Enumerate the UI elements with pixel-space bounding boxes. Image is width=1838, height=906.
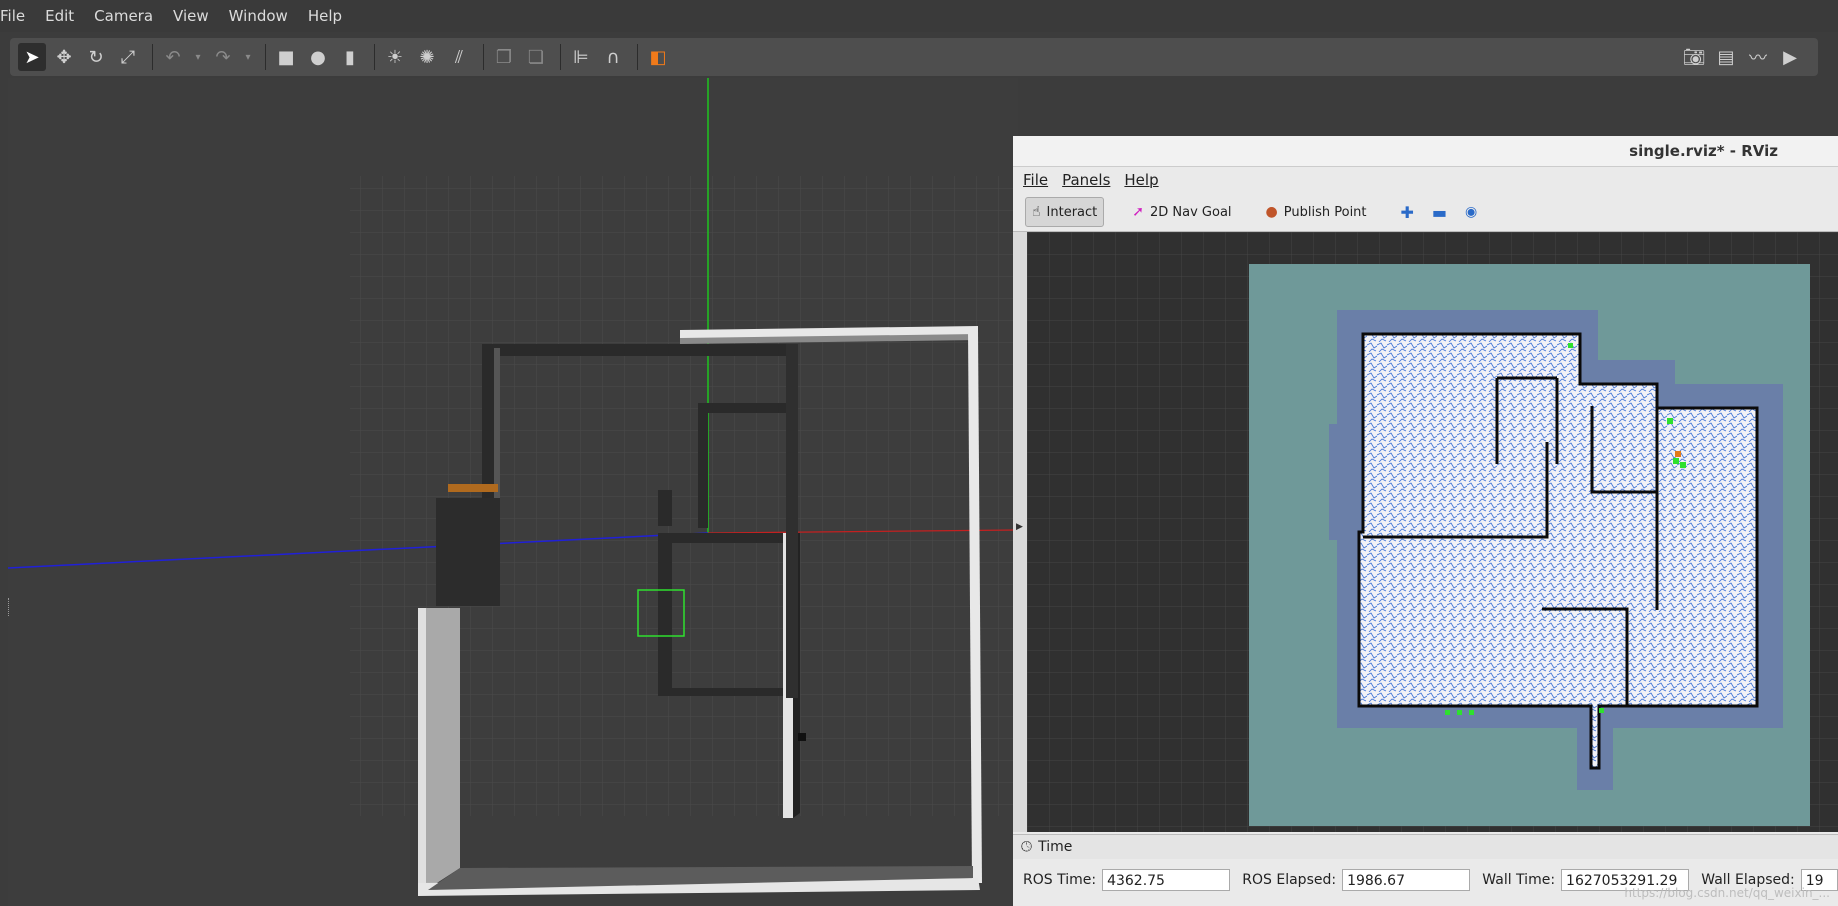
map-render — [1027, 232, 1838, 832]
cylinder-icon[interactable]: ▮ — [336, 43, 364, 71]
frontier-marker — [1568, 343, 1573, 348]
sphere-icon[interactable]: ● — [304, 43, 332, 71]
ros-elapsed-field[interactable]: 1986.67 — [1342, 869, 1471, 891]
paste-icon[interactable]: ❏ — [522, 43, 550, 71]
color-cube-icon[interactable]: ◧ — [644, 43, 672, 71]
camera-icon[interactable]: 📷︎ — [1680, 43, 1708, 71]
viewport-splitter[interactable] — [8, 598, 13, 616]
menu-camera[interactable]: Camera — [94, 7, 153, 25]
map-pin-icon: ● — [1265, 204, 1278, 220]
frontier-marker — [1469, 710, 1474, 715]
robot-pose-marker — [1675, 451, 1681, 457]
remove-tool-button[interactable]: ▬ — [1426, 198, 1453, 226]
spot-light-icon[interactable]: ⫽ — [445, 43, 473, 71]
gazebo-3d-viewport[interactable] — [8, 78, 1018, 906]
frontier-marker — [1673, 458, 1679, 464]
menu-help[interactable]: Help — [308, 7, 342, 25]
redo-dropdown-icon[interactable]: ▾ — [241, 43, 255, 71]
rviz-menu-help[interactable]: Help — [1124, 171, 1158, 189]
toolbar-right-group: 📷︎ ▤ 〰 ▶ — [1680, 43, 1808, 71]
record-icon[interactable]: ▶ — [1776, 43, 1804, 71]
gazebo-scene — [8, 78, 1018, 906]
time-panel-title: Time — [1038, 839, 1073, 855]
ros-time-field[interactable]: 4362.75 — [1102, 869, 1231, 891]
copy-icon[interactable]: ❐ — [490, 43, 518, 71]
rviz-menu-panels[interactable]: Panels — [1062, 171, 1110, 189]
nav-goal-button[interactable]: ➚ 2D Nav Goal — [1126, 198, 1237, 226]
inner-wall-mid — [698, 403, 786, 413]
point-light-icon[interactable]: ✺ — [413, 43, 441, 71]
rviz-map-view[interactable] — [1027, 232, 1838, 832]
wall-time-label: Wall Time: — [1482, 872, 1556, 888]
rviz-window: single.rviz* - RViz File Panels Help ☝ I… — [1013, 136, 1838, 906]
nav-goal-label: 2D Nav Goal — [1150, 204, 1232, 220]
rviz-menubar: File Panels Help — [1013, 167, 1838, 193]
snap-icon[interactable]: ∩ — [599, 43, 627, 71]
inner-wall-bottom — [658, 688, 788, 696]
translate-icon[interactable]: ✥ — [50, 43, 78, 71]
toolbar-separator — [637, 44, 638, 70]
log-icon[interactable]: ▤ — [1712, 43, 1740, 71]
menu-view[interactable]: View — [173, 7, 209, 25]
publish-point-label: Publish Point — [1283, 204, 1367, 220]
inner-wall-left — [482, 344, 494, 498]
inner-wall-lower-left — [658, 533, 672, 690]
rviz-toolbar: ☝ Interact ➚ 2D Nav Goal ● Publish Point… — [1013, 193, 1838, 232]
inner-wall-hor — [658, 533, 788, 543]
interact-button[interactable]: ☝ Interact — [1025, 197, 1105, 227]
frontier-marker — [1445, 710, 1450, 715]
plot-icon[interactable]: 〰 — [1744, 43, 1772, 71]
collapse-arrow-icon: ▶ — [1016, 522, 1023, 532]
watermark-text: https://blog.csdn.net/qq_weixin_... — [1624, 886, 1830, 900]
ros-elapsed-label: ROS Elapsed: — [1242, 872, 1337, 888]
menu-edit[interactable]: Edit — [45, 7, 74, 25]
rviz-title-bar[interactable]: single.rviz* - RViz — [1013, 136, 1838, 167]
toolbar-separator — [374, 44, 375, 70]
sun-light-icon[interactable]: ☀ — [381, 43, 409, 71]
inner-block — [436, 498, 500, 606]
toolbar-separator — [483, 44, 484, 70]
rviz-menu-file[interactable]: File — [1023, 171, 1048, 189]
small-object — [798, 733, 806, 741]
align-icon[interactable]: ⊫ — [567, 43, 595, 71]
time-panel-header: 🕓︎ Time — [1013, 834, 1838, 859]
box-icon[interactable]: ■ — [272, 43, 300, 71]
hand-pointer-icon: ☝ — [1032, 204, 1041, 220]
ros-time-label: ROS Time: — [1023, 872, 1097, 888]
orange-object — [448, 484, 498, 492]
frontier-marker — [1599, 708, 1604, 713]
gazebo-toolbar: ➤ ✥ ↻ ⤢ ↶ ▾ ↷ ▾ ■ ● ▮ ☀ ✺ ⫽ ❐ ❏ ⊫ ∩ ◧ 📷︎… — [10, 38, 1818, 76]
gazebo-menubar: File Edit Camera View Window Help — [0, 0, 1838, 32]
menu-file[interactable]: File — [0, 7, 25, 25]
frontier-marker — [1667, 418, 1673, 424]
frontier-marker — [1680, 462, 1686, 468]
frontier-marker — [1457, 710, 1462, 715]
interact-label: Interact — [1046, 204, 1098, 220]
publish-point-button[interactable]: ● Publish Point — [1260, 198, 1373, 226]
toolbar-separator — [152, 44, 153, 70]
eye-icon[interactable]: ◉ — [1459, 198, 1483, 226]
wall-west-face — [426, 608, 460, 890]
rviz-collapse-handle[interactable]: ▶ — [1013, 232, 1027, 832]
toolbar-separator — [265, 44, 266, 70]
menu-window[interactable]: Window — [229, 7, 288, 25]
undo-dropdown-icon[interactable]: ▾ — [191, 43, 205, 71]
arrow-goal-icon: ➚ — [1132, 204, 1144, 220]
inner-wall-right — [786, 344, 798, 698]
add-tool-button[interactable]: ✚ — [1395, 198, 1420, 226]
inner-wall-left-face — [494, 348, 500, 498]
redo-icon[interactable]: ↷ — [209, 43, 237, 71]
toolbar-separator — [560, 44, 561, 70]
inner-wall-mid-left — [698, 403, 708, 528]
scale-icon[interactable]: ⤢ — [114, 43, 142, 71]
undo-icon[interactable]: ↶ — [159, 43, 187, 71]
inner-wall-stub — [658, 490, 672, 526]
rotate-icon[interactable]: ↻ — [82, 43, 110, 71]
clock-icon: 🕓︎ — [1021, 839, 1033, 855]
select-arrow-icon[interactable]: ➤ — [18, 43, 46, 71]
inner-wall-top — [482, 344, 788, 356]
